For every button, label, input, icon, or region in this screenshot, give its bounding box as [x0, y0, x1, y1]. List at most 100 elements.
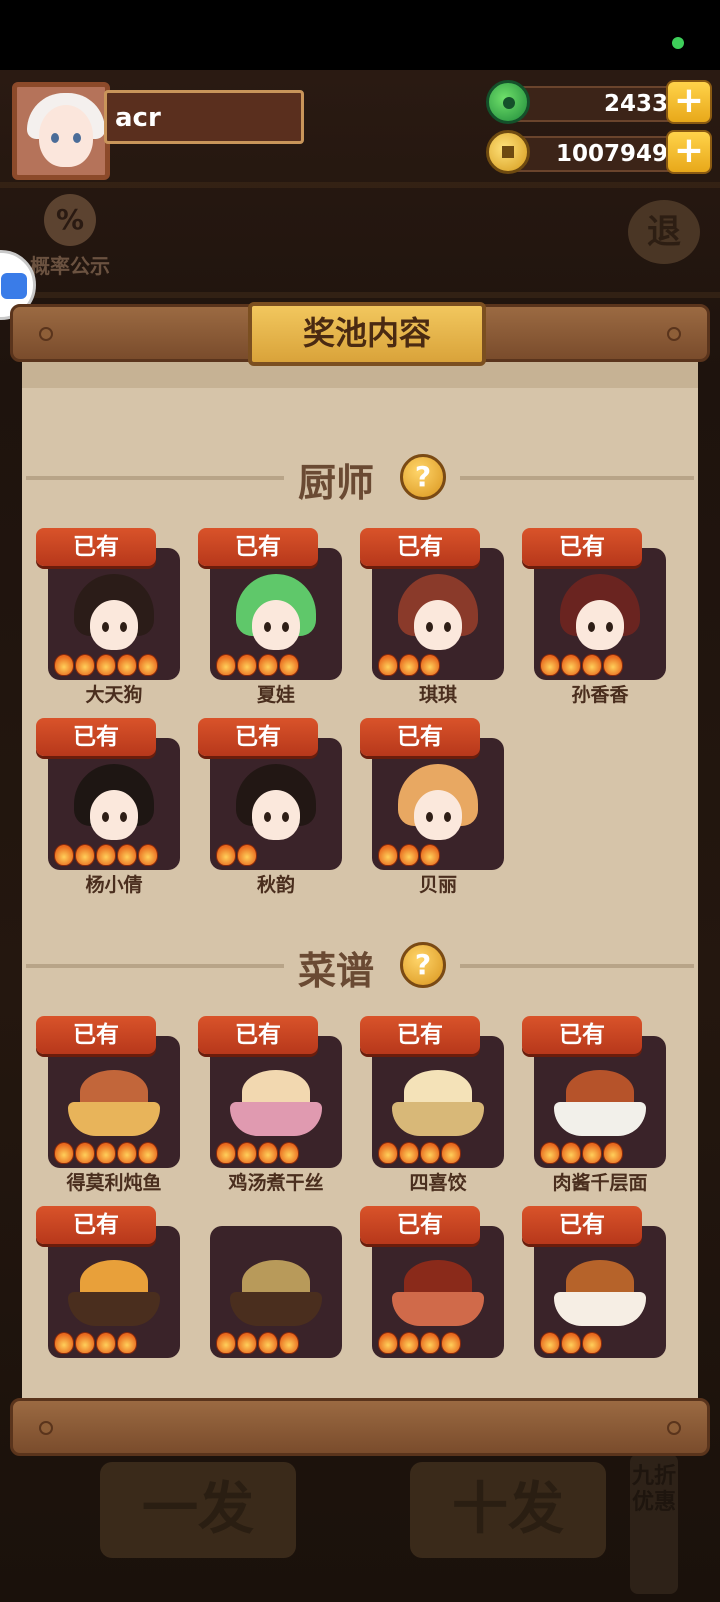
chef-face — [252, 790, 300, 840]
dish-illustration — [228, 1260, 324, 1330]
flame-icon — [603, 1142, 623, 1164]
section-divider — [460, 964, 694, 968]
flame-icon — [75, 1142, 95, 1164]
flame-icon — [96, 1142, 116, 1164]
chef-eye — [102, 812, 109, 822]
dish-illustration — [390, 1260, 486, 1330]
chef-face — [576, 600, 624, 650]
chef-card[interactable]: 已有 夏娃 — [198, 528, 342, 706]
background-divider — [0, 182, 720, 188]
owned-badge: 已有 — [198, 1016, 318, 1054]
owned-badge: 已有 — [360, 528, 480, 566]
flame-icon — [540, 1142, 560, 1164]
flame-icon — [117, 654, 137, 676]
recipe-card[interactable]: 已有 四喜饺 — [360, 1016, 504, 1194]
dish-illustration — [552, 1070, 648, 1140]
status-bar — [0, 0, 720, 70]
dish-bowl — [554, 1292, 646, 1326]
chef-eye — [282, 812, 289, 822]
chef-section-header: 厨师 ? — [22, 452, 698, 505]
chef-face — [90, 600, 138, 650]
jade-currency: 2433 + — [486, 80, 712, 126]
recipe-name: 肉酱千层面 — [552, 1172, 648, 1194]
exit-button[interactable]: 退 — [628, 200, 700, 264]
nail-icon — [39, 327, 53, 341]
flame-icon — [138, 654, 158, 676]
recipe-card[interactable]: 已有鸡汤煮干丝 — [198, 1016, 342, 1194]
flame-icon — [378, 1142, 398, 1164]
flame-icon — [420, 1142, 440, 1164]
flame-icon — [420, 654, 440, 676]
owned-badge: 已有 — [36, 1016, 156, 1054]
jade-icon — [486, 80, 530, 124]
flame-icon — [279, 1142, 299, 1164]
recipe-card[interactable]: 已有 — [360, 1206, 504, 1382]
recipe-card[interactable] — [198, 1206, 342, 1382]
flame-icon — [96, 1332, 116, 1354]
rarity-flames — [216, 844, 257, 868]
draw-one-button[interactable]: 一发 — [100, 1462, 296, 1558]
section-divider — [26, 964, 284, 968]
chef-card[interactable]: 已有 秋韵 — [198, 718, 342, 896]
flame-icon — [96, 844, 116, 866]
recipe-card[interactable]: 已有 — [522, 1206, 666, 1382]
flame-icon — [237, 1142, 257, 1164]
recipe-help-button[interactable]: ? — [400, 942, 446, 988]
flame-icon — [420, 1332, 440, 1354]
chef-card[interactable]: 已有孙香香 — [522, 528, 666, 706]
chef-help-button[interactable]: ? — [400, 454, 446, 500]
chef-portrait — [236, 764, 316, 844]
owned-badge: 已有 — [36, 718, 156, 756]
rarity-flames — [216, 1332, 299, 1356]
owned-badge: 已有 — [522, 1016, 642, 1054]
recipe-name: 鸡汤煮干丝 — [228, 1172, 324, 1194]
chef-eye — [120, 622, 127, 632]
avatar-face — [39, 105, 93, 167]
nail-icon — [39, 1421, 53, 1435]
chef-card[interactable]: 已有 杨小倩 — [36, 718, 180, 896]
flame-icon — [54, 1332, 74, 1354]
recipe-card[interactable]: 已有 得莫利炖鱼 — [36, 1016, 180, 1194]
flame-icon — [258, 654, 278, 676]
flame-icon — [399, 1332, 419, 1354]
chef-eye — [444, 622, 451, 632]
recipe-card[interactable]: 已有肉酱千层面 — [522, 1016, 666, 1194]
probability-button[interactable]: % 概率公示 — [22, 194, 118, 279]
rarity-flames — [378, 844, 440, 868]
flame-icon — [258, 1332, 278, 1354]
chef-card[interactable]: 已有 大天狗 — [36, 528, 180, 706]
draw-ten-button[interactable]: 十发 — [410, 1462, 606, 1558]
chef-portrait — [74, 574, 154, 654]
chef-portrait — [74, 764, 154, 844]
owned-badge: 已有 — [198, 718, 318, 756]
chef-name: 孙香香 — [571, 684, 629, 706]
add-gold-button[interactable]: + — [666, 130, 712, 174]
dish-bowl — [392, 1102, 484, 1136]
player-avatar[interactable] — [12, 82, 110, 180]
rarity-flames — [378, 654, 440, 678]
owned-badge: 已有 — [522, 528, 642, 566]
dish-illustration — [552, 1260, 648, 1330]
add-jade-button[interactable]: + — [666, 80, 712, 124]
flame-icon — [54, 1142, 74, 1164]
flame-icon — [54, 844, 74, 866]
rarity-flames — [540, 1142, 623, 1166]
rarity-flames — [216, 654, 299, 678]
flame-icon — [378, 654, 398, 676]
flame-icon — [399, 1142, 419, 1164]
flame-icon — [117, 1142, 137, 1164]
chef-card[interactable]: 已有 贝丽 — [360, 718, 504, 896]
flame-icon — [279, 654, 299, 676]
chef-eye — [264, 812, 271, 822]
flame-icon — [582, 1142, 602, 1164]
recipe-card[interactable]: 已有 — [36, 1206, 180, 1382]
chef-card[interactable]: 已有 琪琪 — [360, 528, 504, 706]
flame-icon — [540, 654, 560, 676]
owned-badge: 已有 — [522, 1206, 642, 1244]
flame-icon — [540, 1332, 560, 1354]
gold-currency: 1007949 + — [486, 130, 712, 176]
player-name: acr — [104, 90, 304, 144]
flame-icon — [399, 654, 419, 676]
chef-portrait — [398, 574, 478, 654]
flame-icon — [216, 1332, 236, 1354]
